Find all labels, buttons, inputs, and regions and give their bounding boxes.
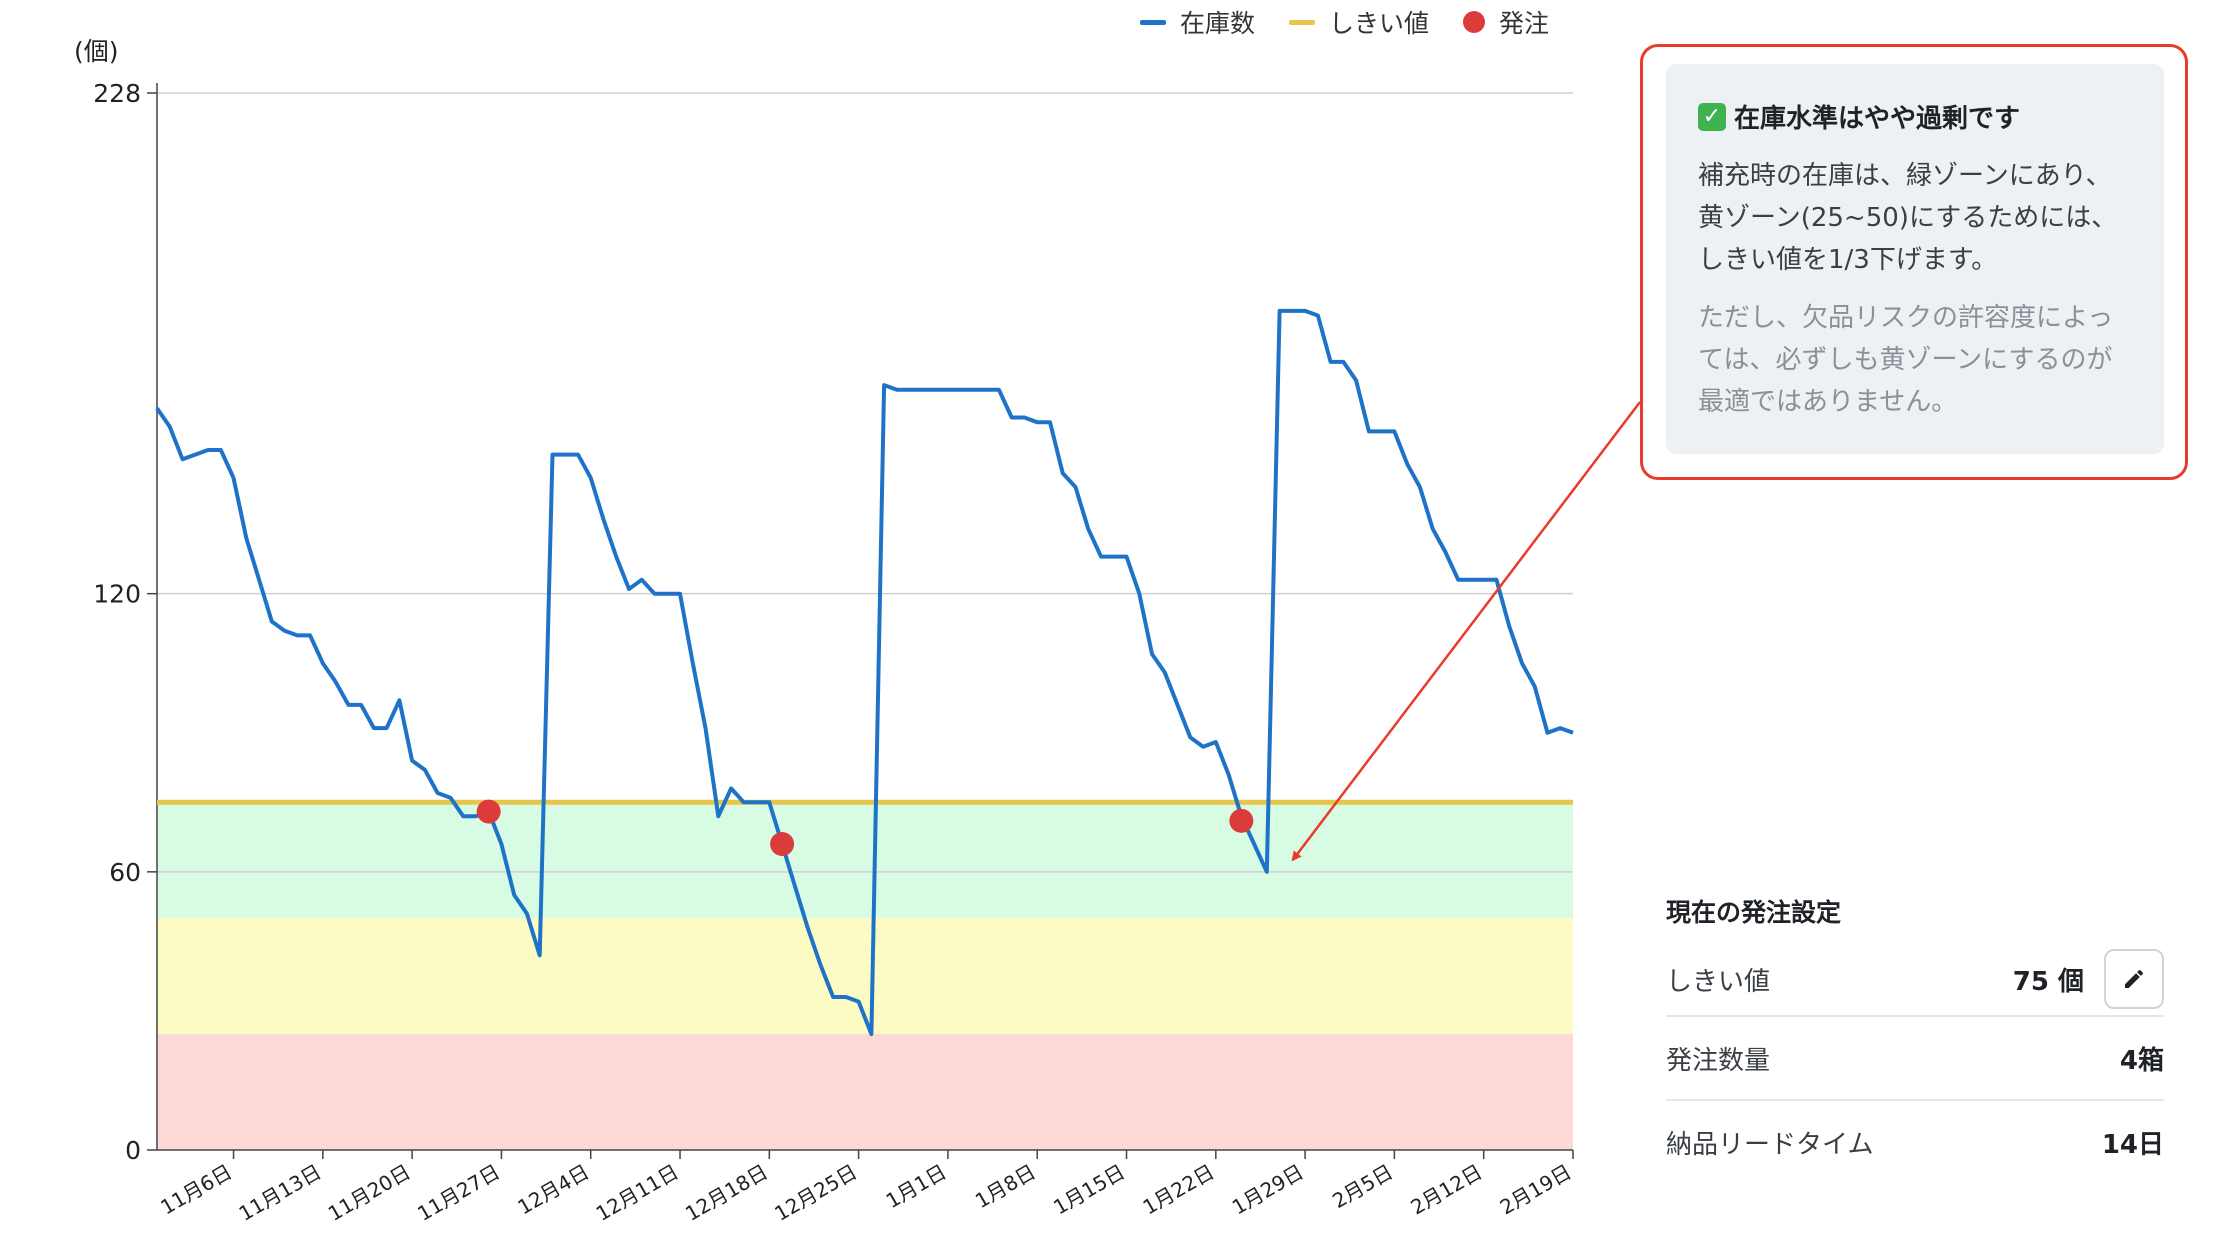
settings-value-threshold: 75 個 <box>2012 966 2084 997</box>
legend-label-threshold: しきい値 <box>1329 9 1430 38</box>
annotation-card: ✓ 在庫水準はやや過剰です 補充時の在庫は、緑ゾーンにあり、黄ゾーン(25~50… <box>1666 64 2164 454</box>
settings-title: 現在の発注設定 <box>1666 898 1842 927</box>
annotation-title: 在庫水準はやや過剰です <box>1734 104 2021 134</box>
chart-legend: 在庫数 しきい値 発注 <box>1140 4 1549 40</box>
order-point <box>476 799 501 824</box>
legend-swatch-order <box>1463 11 1486 33</box>
legend-label-order: 発注 <box>1499 9 1550 38</box>
order-settings-panel: 現在の発注設定 しきい値 75 個 発注数量 4箱 納品リードタイム 14日 <box>1666 893 2164 1183</box>
edit-threshold-button[interactable] <box>2104 949 2164 1009</box>
settings-row-lead-time: 納品リードタイム 14日 <box>1666 1101 2164 1183</box>
x-tick-label: 2月19日 <box>1496 1160 1576 1220</box>
legend-item-order: 発注 <box>1463 4 1549 40</box>
x-tick-label: 1月1日 <box>882 1160 951 1214</box>
x-tick-label: 1月22日 <box>1139 1160 1219 1220</box>
annotation-arrow <box>1291 401 1641 862</box>
zone-red <box>157 1034 1573 1150</box>
settings-value-wrap: 75 個 <box>2013 949 2164 1009</box>
legend-label-inventory: 在庫数 <box>1180 9 1256 38</box>
settings-value-order-quantity: 4箱 <box>2119 1045 2164 1076</box>
settings-label-lead-time: 納品リードタイム <box>1666 1129 1874 1160</box>
y-tick-label: 0 <box>125 1136 141 1165</box>
settings-value-lead-time: 14日 <box>2101 1129 2164 1160</box>
settings-label-order-quantity: 発注数量 <box>1666 1045 1771 1076</box>
x-tick-label: 1月15日 <box>1049 1160 1129 1220</box>
annotation-body: 補充時の在庫は、緑ゾーンにあり、黄ゾーン(25~50)にするためには、しきい値を… <box>1698 161 2118 275</box>
annotation-title-row: ✓ 在庫水準はやや過剰です <box>1698 98 2134 135</box>
y-tick-label: 228 <box>93 79 141 108</box>
x-tick-label: 11月20日 <box>324 1160 415 1226</box>
settings-row-threshold: しきい値 75 個 <box>1666 943 2164 1017</box>
x-tick-label: 2月5日 <box>1328 1160 1397 1214</box>
x-tick-label: 12月25日 <box>770 1160 861 1226</box>
x-tick-label: 12月11日 <box>592 1160 683 1226</box>
y-tick-label: 120 <box>93 580 141 609</box>
legend-item-threshold: しきい値 <box>1289 4 1429 40</box>
annotation-note: ただし、欠品リスクの許容度によっては、必ずしも黄ゾーンにするのが最適ではありませ… <box>1698 303 2114 417</box>
y-axis-label: (個) <box>74 37 119 66</box>
x-tick-label: 11月13日 <box>235 1160 326 1226</box>
legend-item-inventory: 在庫数 <box>1140 4 1255 40</box>
x-tick-label: 12月4日 <box>514 1160 594 1220</box>
x-tick-label: 1月29日 <box>1228 1160 1308 1220</box>
legend-swatch-inventory <box>1140 19 1166 25</box>
settings-row-order-quantity: 発注数量 4箱 <box>1666 1017 2164 1101</box>
x-tick-label: 11月6日 <box>156 1160 236 1220</box>
legend-swatch-threshold <box>1289 19 1316 25</box>
x-tick-label: 2月12日 <box>1406 1160 1486 1220</box>
x-tick-label: 12月18日 <box>681 1160 772 1226</box>
settings-label-threshold: しきい値 <box>1666 966 1771 997</box>
zone-green <box>157 802 1573 919</box>
order-point <box>770 832 795 857</box>
x-tick-label: 1月8日 <box>971 1160 1040 1214</box>
check-mark-icon: ✓ <box>1698 102 1726 131</box>
order-point <box>1229 808 1254 833</box>
pencil-icon <box>2125 969 2144 988</box>
x-tick-label: 11月27日 <box>413 1160 504 1226</box>
y-tick-label: 60 <box>109 858 141 887</box>
